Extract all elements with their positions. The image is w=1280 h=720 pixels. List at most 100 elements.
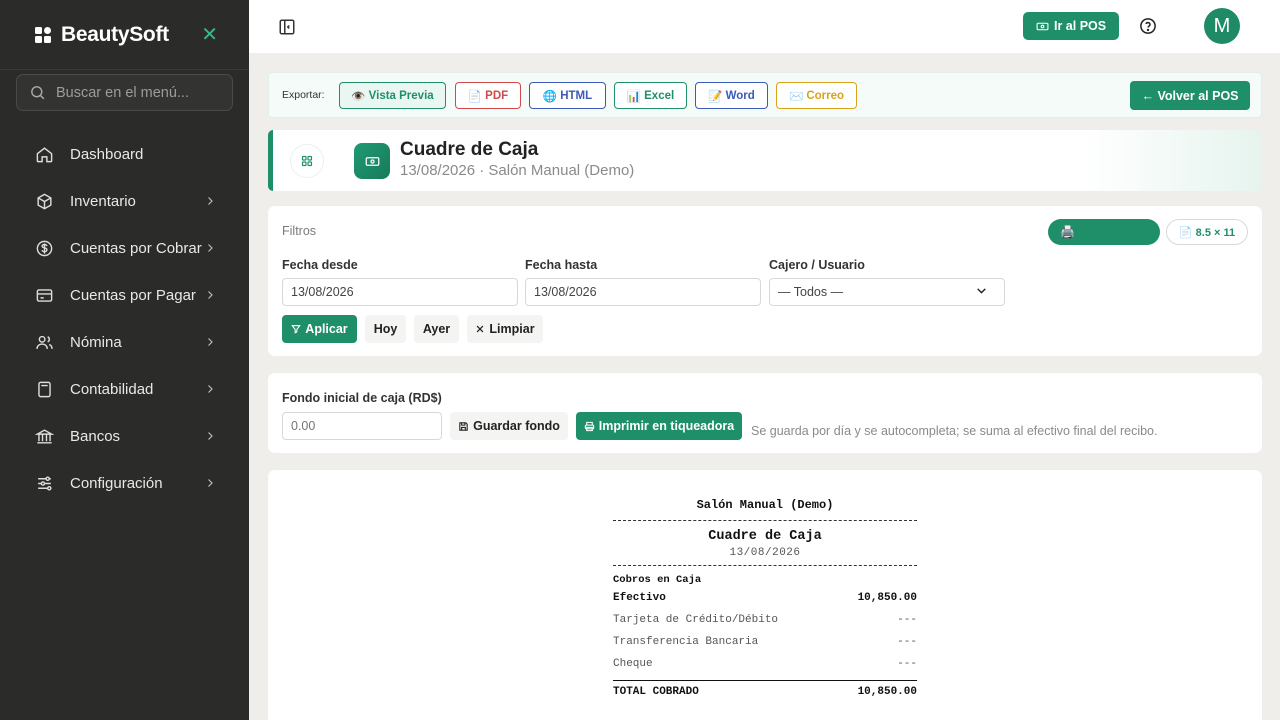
envelope-icon: ✉️ [788, 90, 804, 103]
sidebar-item-nomina[interactable]: Nómina [0, 319, 249, 366]
filters-card: Filtros 🖨️ 📄 8.5 × 11 Fecha desde Fecha … [268, 206, 1262, 356]
menu-search[interactable] [16, 74, 233, 111]
print-ticket-button[interactable]: Imprimir en tiqueadora [576, 412, 742, 440]
export-excel-button[interactable]: 📊 Excel [614, 82, 687, 109]
box-icon [34, 192, 54, 212]
date-from-input[interactable] [282, 278, 518, 306]
receipt-date: 13/08/2026 [729, 547, 801, 559]
calculator-icon [34, 380, 54, 400]
receipt-section-title: Cobros en Caja [613, 574, 702, 586]
date-to-input[interactable] [525, 278, 761, 306]
receipt-row-value: --- [897, 658, 917, 670]
export-email-button[interactable]: ✉️ Correo [776, 82, 857, 109]
page-title: Cuadre de Caja [400, 139, 539, 160]
receipt-row: Efectivo 10,850.00 [613, 587, 917, 609]
print-ticket-label: Imprimir en tiqueadora [598, 419, 735, 433]
sidebar-item-cuentas-pagar[interactable]: Cuentas por Pagar [0, 272, 249, 319]
sidebar-nav: Dashboard Inventario Cuentas por Cobrar … [0, 131, 249, 507]
sidebar-item-label: Nómina [70, 334, 122, 351]
search-input[interactable] [56, 84, 216, 101]
sidebar-item-contabilidad[interactable]: Contabilidad [0, 366, 249, 413]
chevron-down-icon [975, 284, 988, 300]
paper-size-button[interactable]: 📄 8.5 × 11 [1166, 219, 1248, 245]
today-button[interactable]: Hoy [365, 315, 406, 343]
sidebar-item-label: Configuración [70, 475, 163, 492]
home-icon [34, 145, 54, 165]
logo-icon [35, 26, 53, 43]
date-from-label: Fecha desde [282, 258, 358, 272]
opening-fund-hint: Se guarda por día y se autocompleta; se … [751, 424, 1158, 438]
export-button-label: PDF [485, 89, 509, 102]
sidebar-item-label: Contabilidad [70, 381, 154, 398]
receipt-row-value: --- [897, 614, 917, 626]
sidebar-item-label: Cuentas por Pagar [70, 287, 196, 304]
chevron-right-icon [204, 335, 216, 351]
export-pdf-button[interactable]: 📄 PDF [455, 82, 521, 109]
export-label: Exportar: [282, 89, 325, 101]
globe-icon: 🌐 [542, 90, 558, 103]
brand: BeautySoft ✕ [0, 0, 249, 70]
opening-fund-label: Fondo inicial de caja (RD$) [282, 391, 442, 405]
opening-fund-card: Fondo inicial de caja (RD$) Guardar fond… [268, 373, 1262, 453]
receipt-row-value: 10,850.00 [857, 592, 917, 604]
sidebar-item-configuracion[interactable]: Configuración [0, 460, 249, 507]
memo-icon: 📝 [708, 90, 723, 103]
sidebar-item-cuentas-cobrar[interactable]: Cuentas por Cobrar [0, 225, 249, 272]
export-word-button[interactable]: 📝 Word [695, 82, 768, 109]
printer-icon [584, 421, 594, 431]
chart-icon: 📊 [626, 90, 642, 103]
clear-filters-button[interactable]: Limpiar [467, 315, 543, 343]
receipt-total-label: TOTAL COBRADO [613, 686, 699, 698]
opening-fund-input[interactable] [282, 412, 442, 440]
chevron-right-icon [204, 476, 216, 492]
receipt-business-name: Salón Manual (Demo) [696, 498, 834, 512]
print-button[interactable]: 🖨️ [1048, 219, 1160, 245]
cashier-select[interactable]: — Todos — [769, 278, 1005, 306]
receipt-divider [613, 520, 917, 521]
export-html-button[interactable]: 🌐 HTML [529, 82, 606, 109]
receipt-row: Transferencia Bancaria --- [613, 631, 917, 653]
sidebar-toggle-icon[interactable] [278, 18, 296, 36]
close-icon [477, 325, 484, 333]
save-fund-label: Guardar fondo [473, 419, 560, 433]
receipt-row-label: Efectivo [613, 592, 666, 604]
users-icon [34, 333, 54, 353]
apply-filters-button[interactable]: Aplicar [282, 315, 357, 343]
sidebar-item-inventario[interactable]: Inventario [0, 178, 249, 225]
cashier-selected-value: — Todos — [778, 285, 844, 299]
chevron-right-icon [204, 194, 216, 210]
sidebar-item-bancos[interactable]: Bancos [0, 413, 249, 460]
receipt-preview-card: Salón Manual (Demo) Cuadre de Caja 13/08… [268, 470, 1262, 720]
export-button-label: HTML [560, 89, 593, 102]
apply-label: Aplicar [305, 322, 348, 336]
receipt: Salón Manual (Demo) Cuadre de Caja 13/08… [613, 498, 917, 702]
sidebar: BeautySoft ✕ Dashboard Inventario Cuenta… [0, 0, 249, 720]
sidebar-item-dashboard[interactable]: Dashboard [0, 131, 249, 178]
help-icon[interactable] [1139, 17, 1157, 35]
save-fund-button[interactable]: Guardar fondo [450, 412, 568, 440]
close-icon[interactable]: ✕ [201, 22, 218, 47]
dollar-circle-icon [34, 239, 54, 259]
filters-title: Filtros [282, 224, 317, 238]
credit-card-icon [34, 286, 54, 306]
back-to-pos-button[interactable]: ← Volver al POS [1130, 81, 1250, 110]
export-preview-button[interactable]: 👁️ Vista Previa [339, 82, 446, 109]
chevron-right-icon [204, 382, 216, 398]
export-button-label: Correo [806, 89, 845, 102]
export-bar: Exportar: 👁️ Vista Previa 📄 PDF 🌐 HTML 📊… [268, 72, 1262, 118]
sidebar-item-label: Inventario [70, 193, 136, 210]
go-to-pos-button[interactable]: Ir al POS [1023, 12, 1120, 40]
filter-icon [291, 325, 302, 334]
chevron-right-icon [204, 241, 216, 257]
receipt-row-label: Tarjeta de Crédito/Débito [613, 614, 779, 626]
chevron-right-icon [204, 429, 216, 445]
sidebar-item-label: Dashboard [70, 146, 144, 163]
clear-label: Limpiar [489, 322, 535, 336]
search-icon [31, 86, 45, 100]
grid-icon[interactable] [290, 144, 324, 178]
topbar: Ir al POS M [249, 0, 1280, 53]
cashier-label: Cajero / Usuario [769, 258, 865, 272]
yesterday-button[interactable]: Ayer [414, 315, 459, 343]
avatar[interactable]: M [1204, 8, 1240, 44]
save-icon [459, 421, 468, 431]
